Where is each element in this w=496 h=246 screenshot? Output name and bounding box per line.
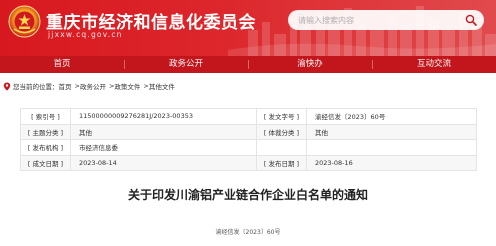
site-header: 重庆市经济和信息化委员会 jjxxw.cq.gov.cn bbox=[0, 0, 496, 56]
nav-item-home[interactable]: 首页 bbox=[0, 56, 124, 73]
meta-value-topic-category: 其他 bbox=[70, 123, 257, 140]
meta-row-index: [ 索引号 ] 11500000009276281J/2023-00353 [ … bbox=[20, 108, 477, 125]
meta-row-dates: [ 成文日期 ] 2023-08-14 [ 发布日期 ] 2023-08-16 bbox=[20, 154, 477, 171]
meta-label-topic-category: [ 主题分类 ] bbox=[20, 123, 71, 140]
breadcrumb-government-affairs[interactable]: 政务公开 bbox=[80, 81, 106, 91]
meta-label-index-number: [ 索引号 ] bbox=[20, 108, 71, 125]
document-meta-table: [ 索引号 ] 11500000009276281J/2023-00353 [ … bbox=[20, 108, 477, 171]
meta-label-publisher: [ 发布机构 ] bbox=[20, 139, 71, 156]
article-doc-number: 渝经信发〔2023〕60号 bbox=[215, 229, 281, 236]
article-title: 关于印发川渝铝产业链合作企业白名单的通知 bbox=[127, 188, 368, 202]
main-nav: 首页 政务公开 渝快办 互动交流 bbox=[0, 56, 496, 73]
location-pin-icon bbox=[3, 82, 11, 91]
breadcrumb-prefix: 您当前的位置： bbox=[13, 83, 59, 91]
meta-value-genre-category: 其他 bbox=[306, 123, 477, 140]
meta-row-publisher: [ 发布机构 ] 市经济信息委 bbox=[20, 139, 477, 156]
breadcrumb: 您当前的位置： 首页 > 政务公开 > 政策文件 > 其他文件 bbox=[3, 80, 175, 92]
meta-row-category: [ 主题分类 ] 其他 [ 体裁分类 ] 其他 bbox=[20, 123, 477, 140]
meta-label-written-date: [ 成文日期 ] bbox=[20, 154, 71, 171]
nav-item-interaction[interactable]: 互动交流 bbox=[372, 56, 496, 73]
search-icon[interactable] bbox=[465, 14, 477, 26]
search-input[interactable] bbox=[288, 10, 468, 30]
meta-label-document-number: [ 发文字号 ] bbox=[256, 108, 307, 125]
nav-item-government-affairs[interactable]: 政务公开 bbox=[124, 56, 248, 73]
meta-label-empty bbox=[256, 139, 307, 156]
nav-item-yukuaiban[interactable]: 渝快办 bbox=[248, 56, 372, 73]
site-domain: jjxxw.cq.gov.cn bbox=[48, 30, 123, 39]
meta-value-publish-date: 2023-08-16 bbox=[306, 154, 477, 171]
meta-value-publisher: 市经济信息委 bbox=[70, 139, 257, 156]
meta-value-empty bbox=[306, 139, 477, 156]
meta-value-index-number: 11500000009276281J/2023-00353 bbox=[70, 108, 257, 125]
meta-value-document-number: 渝经信发〔2023〕60号 bbox=[306, 108, 477, 125]
search-box bbox=[288, 10, 484, 30]
meta-value-written-date: 2023-08-14 bbox=[70, 154, 257, 171]
breadcrumb-home[interactable]: 首页 bbox=[59, 81, 72, 91]
meta-label-genre-category: [ 体裁分类 ] bbox=[256, 123, 307, 140]
meta-label-publish-date: [ 发布日期 ] bbox=[256, 154, 307, 171]
emblem-logo[interactable] bbox=[8, 5, 41, 38]
breadcrumb-policy-documents[interactable]: 政策文件 bbox=[114, 81, 140, 91]
breadcrumb-other-documents[interactable]: 其他文件 bbox=[149, 81, 175, 91]
